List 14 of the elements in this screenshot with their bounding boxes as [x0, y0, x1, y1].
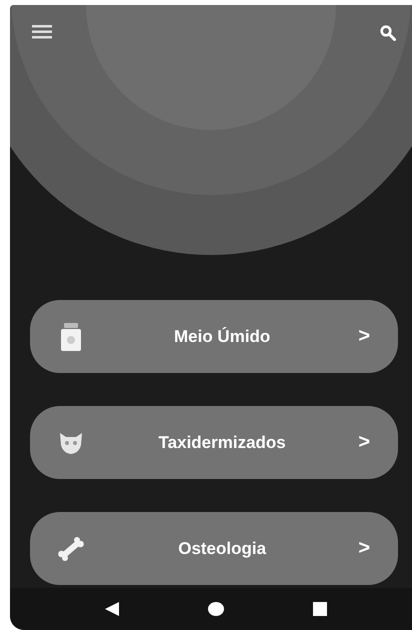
chevron-icon: >: [358, 537, 370, 560]
menu-card-button[interactable]: Meio Úmido >: [30, 300, 398, 373]
jar-icon: [61, 322, 81, 350]
menu-card-button[interactable]: Osteologia >: [30, 512, 398, 585]
bone-icon: [58, 536, 84, 560]
menu-card-button[interactable]: Taxidermizados >: [30, 406, 398, 479]
recents-icon[interactable]: [313, 602, 328, 616]
chevron-icon: >: [358, 431, 370, 454]
home-icon[interactable]: [208, 602, 224, 616]
chevron-icon: >: [358, 325, 370, 348]
menu-icon[interactable]: [32, 25, 52, 39]
cat-icon: [59, 430, 83, 454]
search-icon[interactable]: [380, 25, 396, 41]
back-icon[interactable]: [104, 602, 119, 616]
